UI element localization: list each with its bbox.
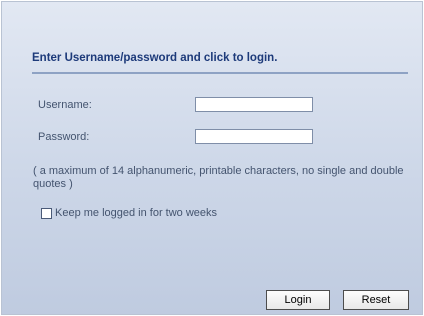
heading-divider — [32, 72, 408, 74]
keep-logged-in-checkbox[interactable] — [41, 207, 52, 219]
username-input[interactable] — [195, 97, 313, 112]
password-rules-note: ( a maximum of 14 alphanumeric, printabl… — [33, 165, 404, 190]
reset-button[interactable]: Reset — [343, 290, 409, 310]
password-input[interactable] — [195, 129, 313, 144]
keep-logged-in-label[interactable]: Keep me logged in for two weeks — [55, 207, 217, 219]
login-panel: Enter Username/password and click to log… — [1, 1, 423, 315]
login-heading: Enter Username/password and click to log… — [32, 52, 278, 64]
username-label: Username: — [38, 99, 92, 111]
password-label: Password: — [38, 131, 90, 143]
login-button[interactable]: Login — [266, 290, 330, 310]
keep-logged-in-option[interactable]: Keep me logged in for two weeks — [41, 206, 217, 220]
